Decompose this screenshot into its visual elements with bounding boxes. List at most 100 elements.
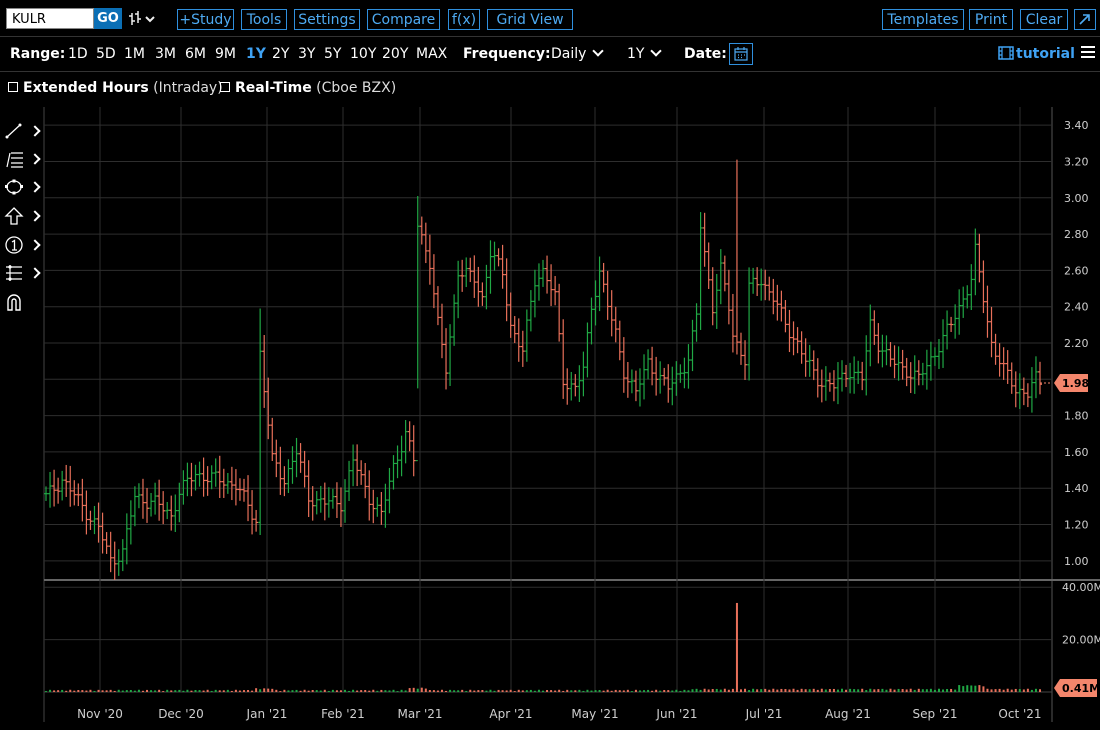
price-tick-label: 2.20	[1064, 337, 1089, 350]
ohlc-bar	[484, 264, 489, 310]
volume-bar	[537, 689, 540, 692]
ohlc-bar	[642, 354, 647, 400]
volume-bar	[820, 688, 823, 692]
volume-bar	[53, 690, 56, 692]
chart-grid	[43, 107, 1100, 722]
ohlc-bar	[124, 513, 129, 565]
volume-bar	[994, 689, 997, 692]
ohlc-bar	[920, 362, 925, 386]
ohlc-bar	[60, 470, 65, 501]
volume-bar	[1022, 689, 1025, 692]
volume-bar	[739, 689, 742, 692]
ohlc-bar	[908, 362, 913, 394]
ohlc-bar	[233, 469, 238, 506]
volume-bar	[202, 690, 205, 692]
ohlc-bar	[221, 468, 226, 498]
volume-bar	[408, 688, 411, 692]
price-chart[interactable]: 3.403.203.002.802.602.402.202.001.801.60…	[0, 0, 1100, 730]
volume-bar	[764, 688, 767, 692]
volume-bar	[194, 689, 197, 692]
ohlc-bar	[932, 347, 937, 366]
volume-bar	[841, 688, 844, 692]
ohlc-bar	[318, 485, 323, 513]
ohlc-bar	[254, 509, 259, 532]
ohlc-bar	[710, 267, 715, 326]
volume-bar	[93, 690, 96, 692]
ohlc-bar	[1025, 383, 1030, 408]
price-tick-label: 1.80	[1064, 410, 1089, 423]
volume-bar	[602, 690, 605, 692]
volume-bar	[707, 689, 710, 692]
ohlc-bar	[56, 477, 61, 504]
ohlc-bar	[589, 297, 594, 345]
volume-bar	[105, 690, 108, 692]
volume-bar	[873, 689, 876, 692]
ohlc-bar	[751, 267, 756, 294]
volume-bar	[303, 689, 306, 692]
ohlc-bar	[835, 362, 840, 405]
ohlc-bar	[759, 268, 764, 301]
ohlc-bar	[541, 259, 545, 287]
volume-bar	[279, 691, 282, 692]
ohlc-bar	[326, 487, 331, 518]
volume-bar	[178, 689, 181, 692]
volume-bar	[376, 690, 379, 692]
ohlc-bar	[811, 350, 816, 381]
volume-bar	[804, 689, 807, 692]
volume-bar	[412, 687, 415, 692]
volume-bar	[222, 690, 225, 692]
volume-bar	[238, 690, 241, 692]
ohlc-bar	[1033, 356, 1038, 399]
month-tick-label: Dec '20	[158, 707, 204, 721]
price-tick-label: 1.40	[1064, 482, 1089, 495]
volume-bar	[958, 685, 961, 692]
ohlc-bar	[803, 338, 808, 377]
ohlc-bar	[678, 364, 683, 383]
ohlc-bar	[153, 482, 158, 515]
ohlc-bar	[722, 255, 727, 292]
volume-bar	[630, 691, 633, 692]
volume-bar	[307, 690, 310, 692]
ohlc-bar	[343, 479, 348, 523]
volume-bar	[962, 686, 965, 692]
ohlc-bar	[892, 345, 897, 379]
ohlc-bar	[900, 349, 905, 380]
ohlc-bar	[411, 425, 416, 477]
ohlc-bar	[629, 369, 634, 394]
volume-bar	[889, 688, 892, 692]
ohlc-bar	[573, 374, 578, 397]
volume-bar	[590, 690, 593, 692]
volume-bar	[719, 689, 722, 692]
volume-bar	[893, 689, 896, 692]
ohlc-bar	[237, 478, 242, 501]
volume-bar	[348, 690, 351, 692]
ohlc-bar	[565, 368, 570, 405]
price-tick-label: 1.20	[1064, 519, 1089, 532]
ohlc-bar	[161, 491, 166, 525]
ohlc-bar	[136, 483, 141, 509]
volume-bar	[845, 689, 848, 692]
ohlc-bar	[363, 462, 368, 499]
volume-bar	[49, 689, 52, 692]
volume-bar	[574, 690, 577, 692]
volume-bar	[182, 690, 185, 692]
ohlc-bar	[407, 421, 412, 452]
ohlc-bar	[140, 478, 145, 519]
ohlc-bar	[747, 267, 752, 381]
month-tick-label: Aug '21	[825, 707, 871, 721]
volume-bar	[364, 690, 367, 692]
volume-bar	[162, 691, 165, 692]
volume-bar	[752, 688, 755, 692]
ohlc-bar	[637, 368, 642, 407]
volume-bar	[768, 689, 771, 692]
ohlc-bar	[379, 491, 384, 525]
ohlc-bar	[617, 320, 622, 361]
volume-bar	[647, 689, 650, 692]
ohlc-bar	[334, 482, 339, 519]
ohlc-bar	[330, 488, 335, 509]
ohlc-bar	[738, 332, 743, 365]
volume-bar	[287, 690, 290, 692]
ohlc-bar	[258, 308, 263, 535]
last-volume-label: 0.41M	[1062, 682, 1100, 695]
volume-bar	[493, 690, 496, 692]
